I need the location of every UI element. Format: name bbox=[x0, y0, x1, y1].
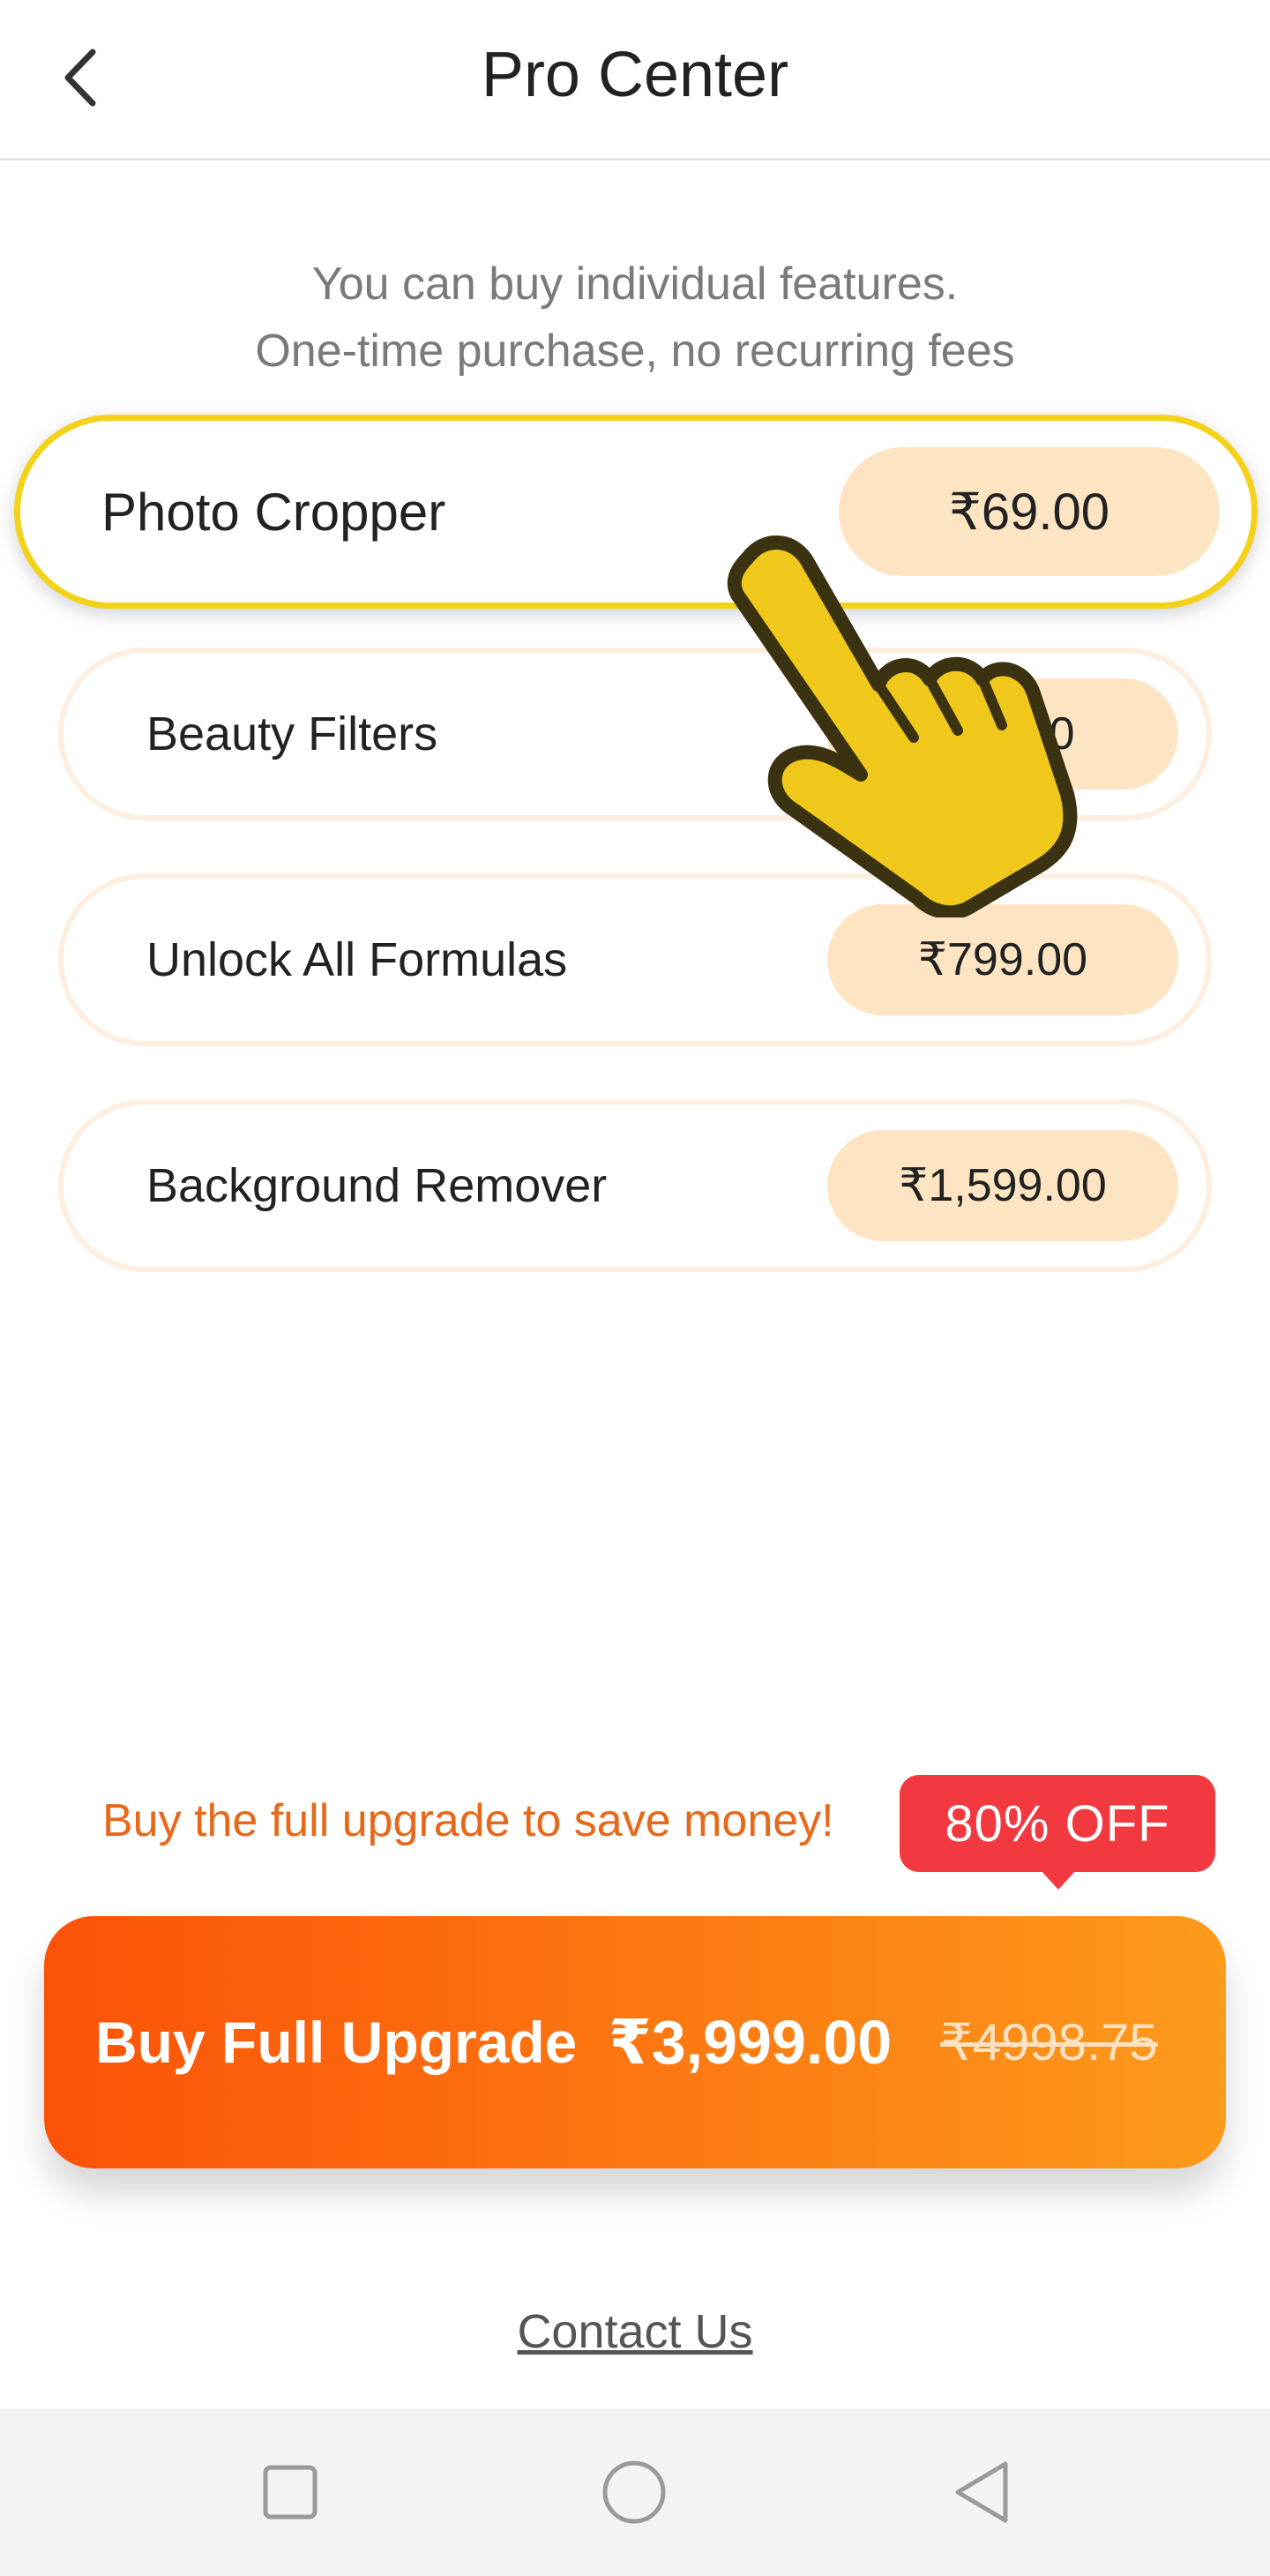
page-title: Pro Center bbox=[481, 40, 789, 110]
buy-button-original-price: ₹4998.75 bbox=[940, 2014, 1158, 2071]
subtitle: You can buy individual features. One-tim… bbox=[0, 251, 1270, 385]
hand-pointer-icon bbox=[727, 535, 1078, 917]
home-button[interactable] bbox=[586, 2444, 683, 2541]
buy-button-price: ₹3,999.00 bbox=[609, 2008, 893, 2077]
feature-label: Unlock All Formulas bbox=[146, 933, 568, 986]
app-header: Pro Center bbox=[0, 0, 1270, 161]
subtitle-line-1: You can buy individual features. bbox=[311, 258, 959, 310]
discount-badge: 80% OFF bbox=[900, 1775, 1215, 1872]
subtitle-line-2: One-time purchase, no recurring fees bbox=[255, 326, 1015, 377]
feature-option-background-remover[interactable]: Background Remover ₹1,599.00 bbox=[58, 1099, 1212, 1272]
feature-label: Beauty Filters bbox=[146, 708, 438, 760]
feature-label: Photo Cropper bbox=[101, 482, 446, 542]
price-pill: ₹1,599.00 bbox=[827, 1130, 1178, 1241]
buy-full-upgrade-button[interactable]: Buy Full Upgrade ₹3,999.00 ₹4998.75 bbox=[44, 1916, 1226, 2168]
feature-label: Background Remover bbox=[146, 1159, 608, 1212]
back-triangle-icon bbox=[955, 2461, 1008, 2523]
system-back-button[interactable] bbox=[933, 2444, 1030, 2541]
system-nav-bar bbox=[0, 2408, 1270, 2576]
contact-us-link[interactable]: Contact Us bbox=[0, 2304, 1270, 2359]
home-circle-icon bbox=[602, 2460, 666, 2524]
recents-square-icon bbox=[263, 2465, 318, 2520]
price-pill: ₹799.00 bbox=[827, 904, 1178, 1015]
recents-button[interactable] bbox=[242, 2444, 339, 2541]
buy-button-label: Buy Full Upgrade bbox=[95, 2010, 578, 2075]
promo-text: Buy the full upgrade to save money! bbox=[102, 1795, 834, 1846]
discount-badge-tail bbox=[1041, 1870, 1076, 1890]
